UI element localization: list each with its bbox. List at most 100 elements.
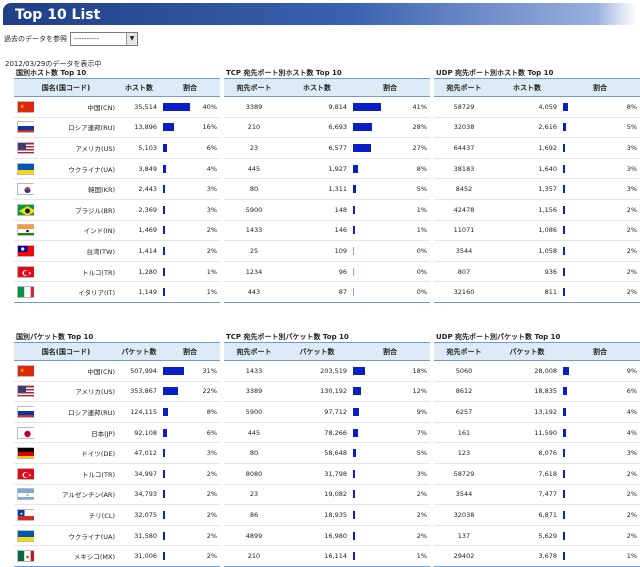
share-bar (163, 387, 178, 396)
count-value: 2,616 (494, 117, 560, 139)
share-bar (563, 469, 565, 478)
share-cell: 2% (560, 240, 640, 262)
column-header: 割合 (160, 342, 220, 361)
share-cell: 2% (160, 484, 220, 506)
share-percent: 2% (206, 552, 217, 561)
port-number: 123 (434, 442, 494, 464)
share-cell: 9% (350, 401, 430, 423)
share-bar (563, 510, 565, 519)
count-value: 31,006 (118, 545, 160, 567)
port-number: 32038 (434, 117, 494, 139)
port-number: 32160 (434, 281, 494, 303)
share-bar (163, 552, 165, 561)
packet-table: 国名(国コード) パケット数 割合 ★ 中国(CN) 507,994 31% アメリカ(US)… (14, 342, 220, 567)
share-cell: 6% (160, 137, 220, 159)
count-value: 1,357 (494, 178, 560, 200)
chevron-down-icon[interactable]: ▼ (126, 33, 137, 45)
packet-table: 宛先ポート パケット数 割合 5060 28,008 9% 8612 18,835 6% 6257… (434, 342, 640, 567)
count-value: 7,477 (494, 484, 560, 506)
port-number: 4899 (224, 525, 284, 547)
share-bar (163, 267, 165, 276)
share-bar (353, 407, 359, 416)
share-percent: 31% (202, 366, 217, 375)
country-name: アメリカ(US) (34, 381, 118, 403)
flag-cell (14, 178, 34, 200)
share-cell: 2% (350, 484, 430, 506)
share-cell: 27% (350, 137, 430, 159)
share-cell: 0% (350, 281, 430, 303)
share-bar (563, 123, 566, 132)
table-row: 8452 1,357 3% (434, 178, 640, 200)
share-percent: 2% (626, 226, 637, 235)
port-number: 3544 (434, 240, 494, 262)
svg-text:★: ★ (20, 511, 24, 516)
country-name: メキシコ(MX) (34, 545, 118, 567)
column-header: 割合 (160, 78, 220, 97)
count-value: 203,519 (284, 360, 350, 382)
share-bar (353, 185, 356, 194)
table-row: 86 18,935 2% (224, 504, 430, 526)
port-number: 445 (224, 422, 284, 444)
column-header: 宛先ポート (224, 78, 284, 97)
flag-cell (14, 281, 34, 303)
country-name: ロシア連邦(RU) (34, 401, 118, 423)
flag-cell: ★ (14, 463, 34, 485)
share-percent: 3% (206, 449, 217, 458)
port-number: 210 (224, 545, 284, 567)
share-cell: 4% (160, 158, 220, 180)
port-number: 80 (224, 442, 284, 464)
share-bar (353, 387, 361, 396)
share-percent: 27% (412, 143, 427, 152)
country-name: 台湾(TW) (34, 240, 118, 262)
share-cell: 1% (350, 199, 430, 221)
share-cell: 1% (350, 220, 430, 242)
table-row: 64437 1,692 3% (434, 137, 640, 159)
share-cell: 8% (350, 158, 430, 180)
share-percent: 1% (416, 226, 427, 235)
share-percent: 8% (626, 102, 637, 111)
share-percent: 2% (206, 490, 217, 499)
share-cell: 40% (160, 96, 220, 118)
column-header: 割合 (350, 342, 430, 361)
table-row: アルゼンチン(AR) 34,793 2% (14, 484, 220, 506)
port-number: 8452 (434, 178, 494, 200)
column-header: パケット数 (494, 342, 560, 361)
flag-cell (14, 484, 34, 506)
count-value: 1,058 (494, 240, 560, 262)
table-row: 8080 31,798 3% (224, 463, 430, 485)
share-cell: 2% (560, 484, 640, 506)
share-bar (163, 510, 165, 519)
panel-title: TCP 宛先ポート別パケット数 Top 10 (226, 333, 349, 341)
share-percent: 2% (626, 490, 637, 499)
table-row: 123 8,076 3% (434, 442, 640, 464)
share-percent: 3% (626, 164, 637, 173)
share-cell: 9% (560, 360, 640, 382)
column-header: 宛先ポート (224, 342, 284, 361)
flag-cell: ★ (14, 504, 34, 526)
share-percent: 5% (626, 123, 637, 132)
flag-us-icon (17, 385, 34, 398)
table-row: 23 6,577 27% (224, 137, 430, 159)
share-percent: 40% (202, 102, 217, 111)
table-row: インド(IN) 1,469 2% (14, 220, 220, 242)
share-cell: 31% (160, 360, 220, 382)
past-data-select[interactable]: ---------- ▼ (70, 32, 138, 46)
count-value: 13,192 (494, 401, 560, 423)
share-percent: 2% (416, 490, 427, 499)
count-value: 11,590 (494, 422, 560, 444)
host-table: 宛先ポート ホスト数 割合 3389 9,814 41% 210 6,693 28% 23 6,57… (224, 78, 430, 303)
table-row: 137 5,629 2% (434, 525, 640, 547)
share-bar (163, 428, 167, 437)
share-cell: 4% (560, 401, 640, 423)
share-percent: 9% (416, 407, 427, 416)
share-percent: 28% (412, 123, 427, 132)
share-percent: 2% (206, 246, 217, 255)
share-bar (563, 288, 565, 297)
port-number: 445 (224, 158, 284, 180)
table-row: ブラジル(BR) 2,369 3% (14, 199, 220, 221)
share-bar (163, 490, 165, 499)
flag-cell (14, 240, 34, 262)
share-bar (163, 164, 166, 173)
table-row: 25 109 0% (224, 240, 430, 262)
share-cell: 3% (560, 178, 640, 200)
